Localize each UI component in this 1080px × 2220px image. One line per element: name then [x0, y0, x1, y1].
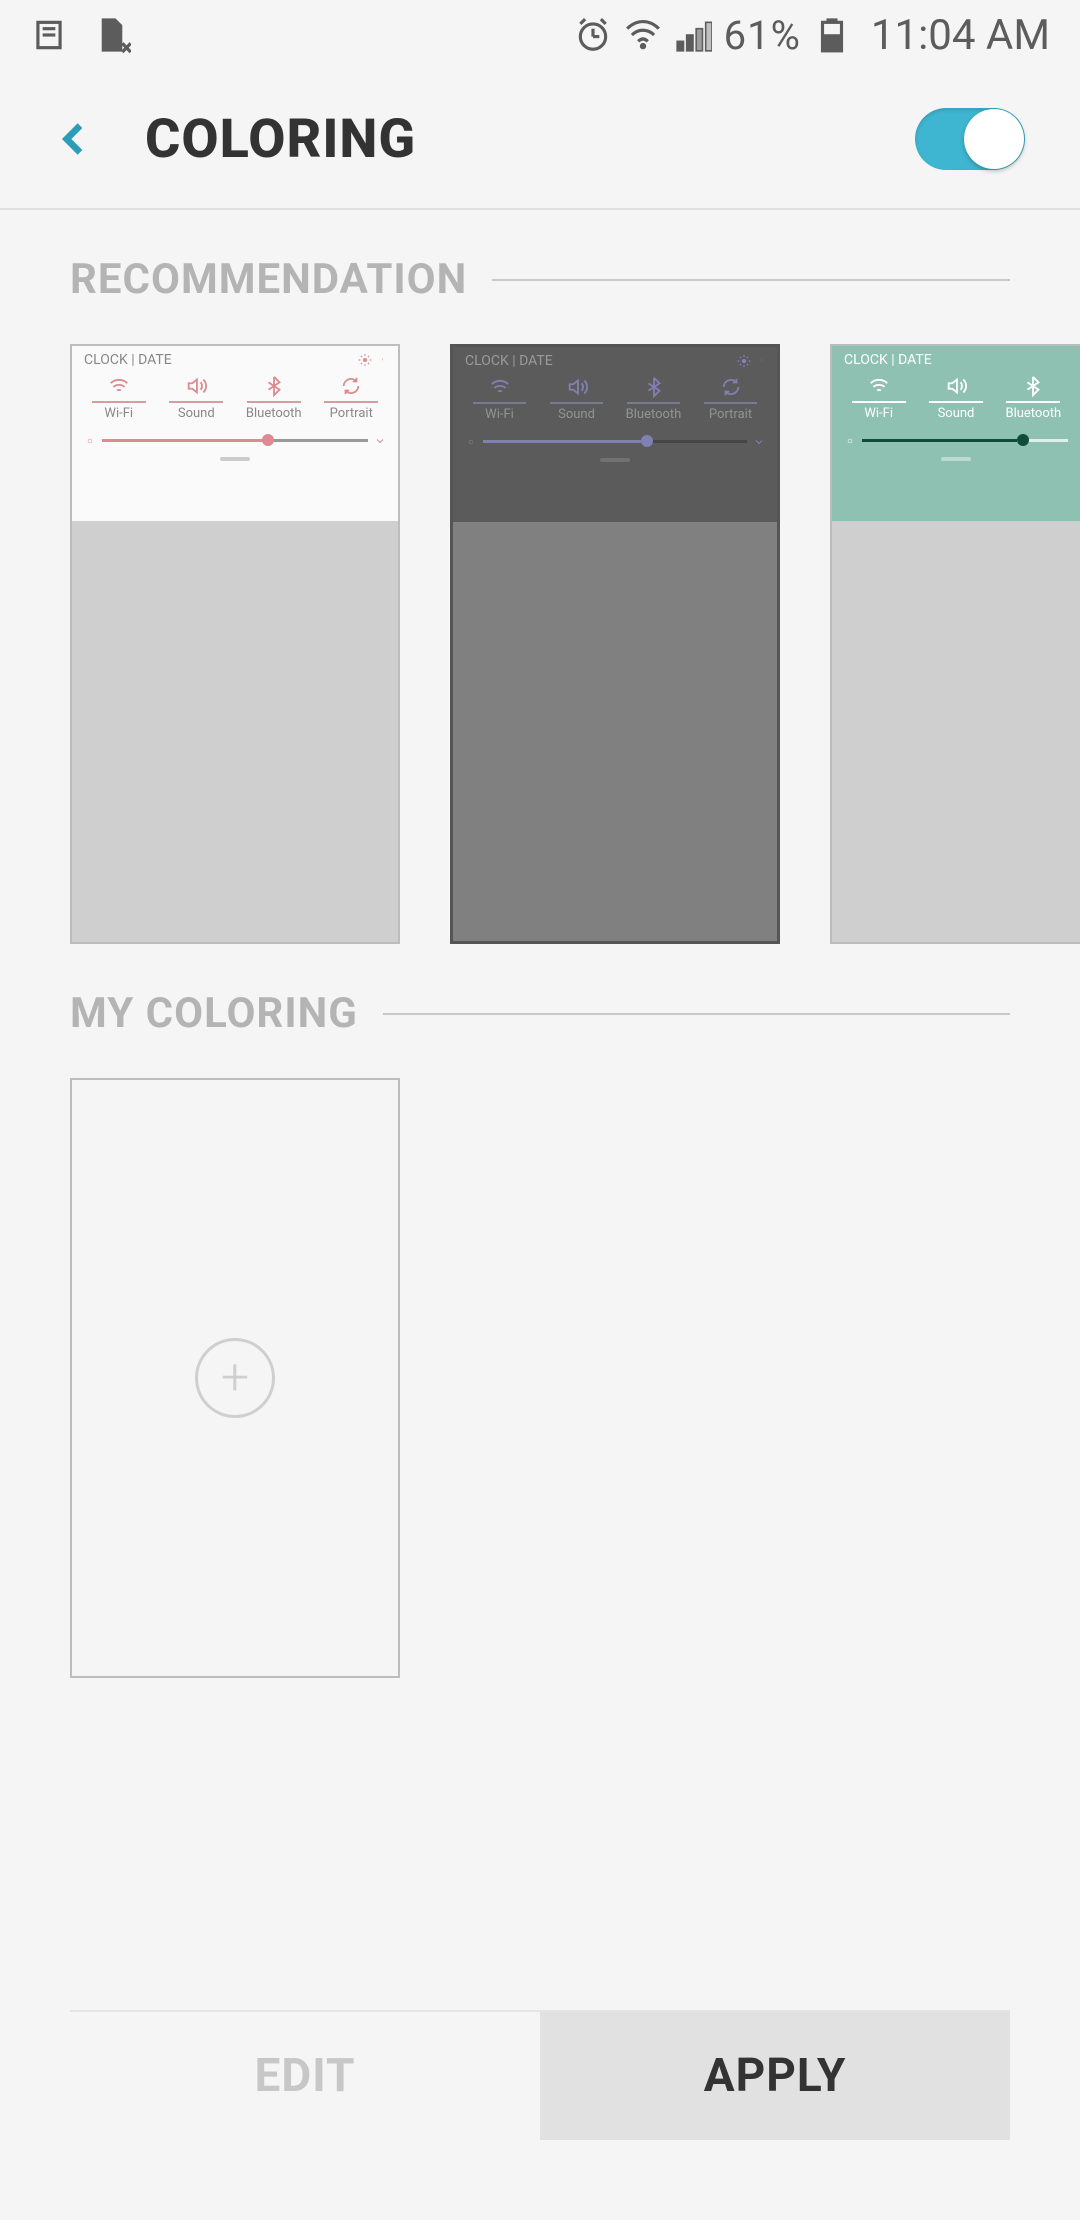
rotate-icon: [340, 375, 362, 397]
theme-card-light[interactable]: CLOCK | DATE Wi-Fi Sound Bluetooth Portr…: [70, 344, 400, 944]
qs-bluetooth-label: Bluetooth: [615, 407, 692, 422]
footer-bar: EDIT APPLY: [70, 2010, 1010, 2140]
page-header: COLORING: [0, 70, 1080, 210]
qs-clock-date: CLOCK | DATE: [844, 352, 932, 368]
qs-sound-label: Sound: [158, 406, 236, 421]
my-coloring-header: MY COLORING: [70, 989, 1010, 1038]
sim-icon: ×: [93, 16, 131, 54]
svg-text:×: ×: [122, 36, 132, 54]
brightness-icon: [844, 435, 856, 447]
qs-wifi-label: Wi-Fi: [461, 407, 538, 422]
qs-clock-date: CLOCK | DATE: [465, 353, 553, 369]
notification-icon: [30, 16, 68, 54]
status-bar: × 61% 11:04 AM: [0, 0, 1080, 70]
bluetooth-icon: [1022, 375, 1044, 397]
gear-icon: [358, 353, 372, 367]
chevron-down-icon: [374, 435, 386, 447]
bluetooth-icon: [643, 376, 665, 398]
bluetooth-icon: [263, 375, 285, 397]
theme-card-dark[interactable]: CLOCK | DATE Wi-Fi Sound Bluetooth Portr…: [450, 344, 780, 944]
signal-icon: [674, 16, 712, 54]
wifi-icon: [868, 375, 890, 397]
divider: [383, 1013, 1010, 1015]
qs-bluetooth-label: Bluetooth: [235, 406, 313, 421]
toggle-knob: [964, 109, 1024, 169]
plus-icon: +: [195, 1338, 275, 1418]
status-time: 11:04 AM: [871, 11, 1050, 60]
coloring-toggle[interactable]: [915, 108, 1025, 170]
brightness-icon: [84, 435, 96, 447]
apply-button[interactable]: APPLY: [540, 2012, 1010, 2140]
my-coloring-label: MY COLORING: [70, 989, 358, 1038]
qs-portrait-label: Portrait: [313, 406, 391, 421]
qs-clock-date: CLOCK | DATE: [84, 352, 172, 368]
add-coloring-button[interactable]: +: [70, 1078, 400, 1678]
alarm-icon: [574, 16, 612, 54]
recommendation-label: RECOMMENDATION: [70, 255, 467, 304]
edit-button[interactable]: EDIT: [70, 2012, 540, 2140]
more-icon: [761, 354, 765, 368]
recommendation-list[interactable]: CLOCK | DATE Wi-Fi Sound Bluetooth Portr…: [70, 344, 1080, 944]
qs-bluetooth-label: Bluetooth: [995, 406, 1072, 421]
my-coloring-list: +: [70, 1078, 1010, 1678]
wifi-icon: [108, 375, 130, 397]
wifi-icon: [624, 16, 662, 54]
battery-percent: 61%: [724, 12, 801, 59]
divider: [492, 279, 1010, 281]
theme-card-green[interactable]: CLOCK | DATE Wi-Fi Sound Bluetooth: [830, 344, 1080, 944]
sound-icon: [566, 376, 588, 398]
more-icon: [382, 353, 386, 367]
qs-wifi-label: Wi-Fi: [840, 406, 917, 421]
brightness-icon: [465, 436, 477, 448]
battery-icon: [813, 16, 851, 54]
chevron-down-icon: [753, 436, 765, 448]
page-title: COLORING: [145, 108, 416, 171]
rotate-icon: [720, 376, 742, 398]
gear-icon: [737, 354, 751, 368]
back-icon[interactable]: [55, 119, 95, 159]
qs-sound-label: Sound: [917, 406, 994, 421]
recommendation-header: RECOMMENDATION: [70, 255, 1010, 304]
wifi-icon: [489, 376, 511, 398]
sound-icon: [185, 375, 207, 397]
sound-icon: [945, 375, 967, 397]
qs-portrait-label: Portrait: [692, 407, 769, 422]
qs-wifi-label: Wi-Fi: [80, 406, 158, 421]
qs-sound-label: Sound: [538, 407, 615, 422]
